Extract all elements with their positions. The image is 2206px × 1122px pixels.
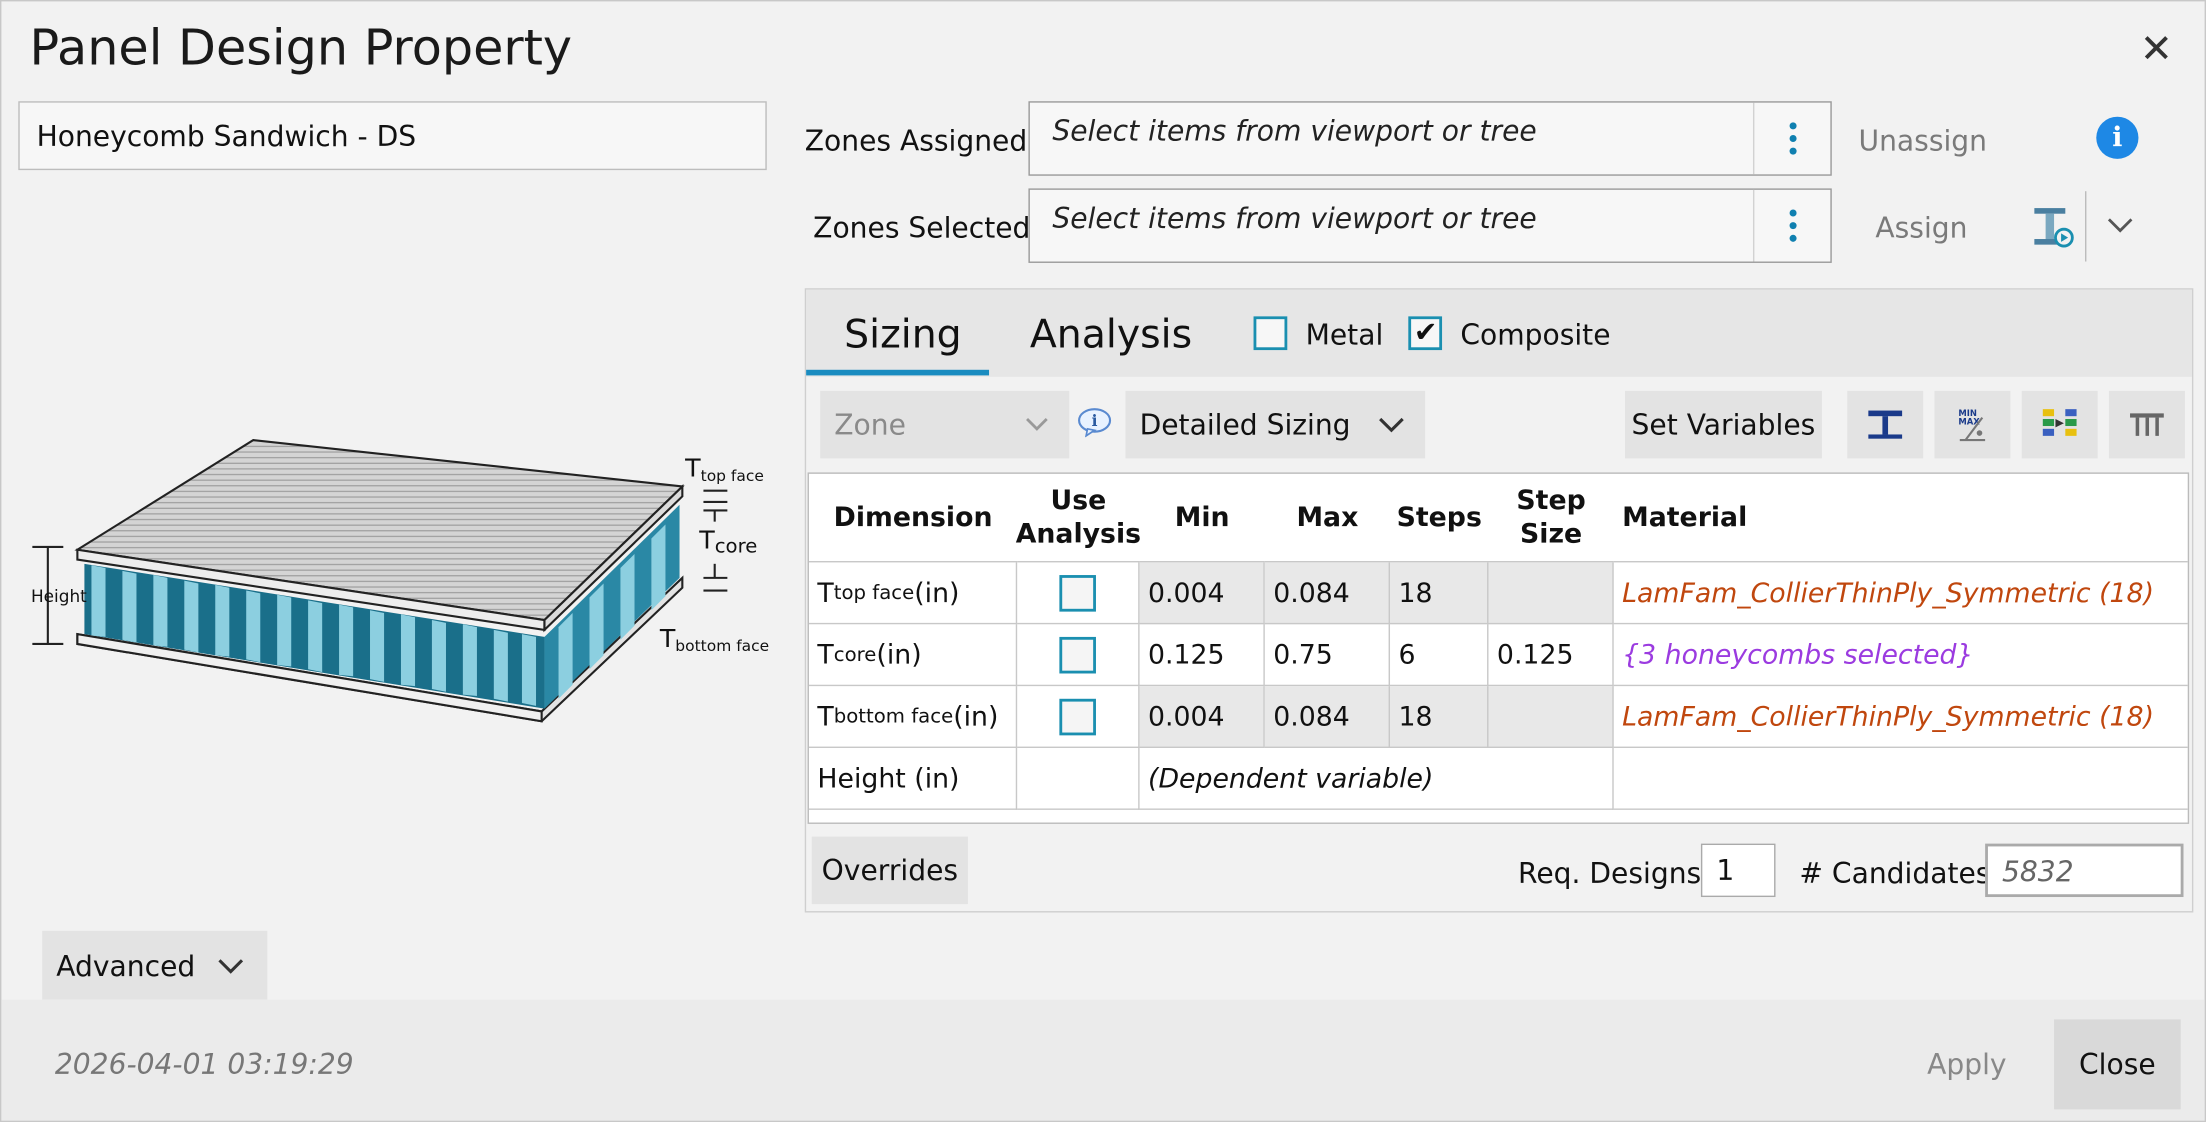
req-designs-input[interactable]: 1 (1700, 843, 1776, 898)
candidates-field: 5832 (1985, 843, 2184, 898)
label-height: Height (30, 586, 87, 606)
dialog-title: Panel Design Property (29, 21, 573, 78)
header-use-analysis: Use Analysis (1016, 474, 1141, 563)
row-bottom-face-steps[interactable]: 18 (1390, 686, 1489, 749)
row-bottom-face-dimension: Tbottom face (in) (808, 686, 1018, 749)
zone-dropdown[interactable]: Zone (820, 390, 1070, 459)
row-core-use-analysis (1017, 624, 1140, 687)
overrides-button[interactable]: Overrides (811, 836, 968, 905)
tab-analysis[interactable]: Analysis (1030, 311, 1192, 357)
kebab-menu-icon[interactable] (1752, 189, 1830, 262)
row-core-min[interactable]: 0.125 (1139, 624, 1265, 687)
label-t-core: Tcore (699, 525, 758, 559)
header-min: Min (1139, 474, 1265, 563)
header-dimension: Dimension (808, 474, 1018, 563)
row-core-steps[interactable]: 6 (1390, 624, 1489, 687)
info-bubble-icon[interactable]: i (1076, 406, 1113, 438)
metal-checkbox[interactable] (1253, 316, 1288, 351)
separator (2085, 191, 2087, 262)
row-top-face-step-size[interactable] (1488, 562, 1614, 625)
honeycomb-sandwich-diagram (32, 438, 728, 723)
use-analysis-checkbox[interactable] (1059, 698, 1096, 735)
zones-selected-label: Zones Selected: (813, 210, 1040, 245)
stack-sequence-icon[interactable] (2021, 390, 2098, 459)
row-bottom-face-max[interactable]: 0.084 (1264, 686, 1391, 749)
chevron-down-icon[interactable] (2106, 215, 2134, 235)
tab-sizing[interactable]: Sizing (844, 311, 962, 357)
pi-beam-icon[interactable] (2108, 390, 2185, 459)
svg-text:i: i (1092, 411, 1098, 430)
zones-assigned-placeholder: Select items from viewport or tree (1052, 113, 1537, 148)
row-bottom-face-min[interactable]: 0.004 (1139, 686, 1265, 749)
zones-selected-field[interactable]: Select items from viewport or tree (1028, 188, 1832, 263)
row-top-face-material[interactable]: LamFam_CollierThinPly_Symmetric (18) (1613, 562, 2188, 625)
composite-checkbox[interactable] (1408, 315, 1443, 351)
row-height-material (1613, 748, 2188, 810)
zones-selected-placeholder: Select items from viewport or tree (1052, 201, 1537, 235)
panel-design-property-dialog: Panel Design Property ✕ Honeycomb Sandwi… (0, 0, 2206, 1122)
header-step-size: Step Size (1488, 474, 1614, 563)
chevron-down-icon (1379, 417, 1404, 433)
assign-tool-icon[interactable] (2030, 204, 2078, 249)
req-designs-label: Req. Designs (1518, 856, 1702, 891)
kebab-menu-icon[interactable] (1752, 102, 1830, 175)
row-bottom-face-step-size[interactable] (1488, 686, 1614, 749)
row-top-face-dimension: Ttop face (in) (808, 562, 1018, 625)
zones-assigned-field[interactable]: Select items from viewport or tree (1028, 101, 1832, 176)
timestamp: 2026-04-01 03:19:29 (54, 1047, 354, 1082)
row-bottom-face-material[interactable]: LamFam_CollierThinPly_Symmetric (18) (1613, 686, 2188, 749)
header-material: Material (1613, 474, 2188, 563)
close-icon[interactable]: ✕ (2140, 29, 2173, 69)
row-bottom-face-use-analysis (1017, 686, 1140, 749)
apply-button[interactable]: Apply (1904, 1019, 2031, 1109)
chevron-down-icon (1026, 417, 1048, 431)
row-height-use-analysis (1017, 748, 1140, 810)
label-t-bottom-face: Tbottom face (659, 624, 770, 656)
row-core-dimension: Tcore (in) (808, 624, 1018, 687)
advanced-dropdown[interactable]: Advanced (42, 930, 268, 1000)
header-steps: Steps (1390, 474, 1489, 563)
active-tab-indicator (806, 369, 990, 376)
row-height-dimension: Height (in) (808, 748, 1018, 810)
zones-assigned-label: Zones Assigned: (804, 123, 1037, 158)
label-t-top-face: Ttop face (685, 454, 764, 486)
row-top-face-use-analysis (1017, 562, 1140, 625)
row-top-face-min[interactable]: 0.004 (1139, 562, 1265, 625)
dimension-table: Dimension Use Analysis Min Max Steps Step… (807, 472, 2190, 824)
row-top-face-max[interactable]: 0.084 (1264, 562, 1391, 625)
row-core-material[interactable]: {3 honeycombs selected} (1613, 624, 2188, 687)
i-beam-icon[interactable] (1847, 390, 1924, 459)
info-icon[interactable]: i (2096, 116, 2139, 159)
row-core-step-size[interactable]: 0.125 (1488, 624, 1614, 687)
use-analysis-checkbox[interactable] (1059, 636, 1096, 673)
row-top-face-steps[interactable]: 18 (1390, 562, 1489, 625)
row-height-dependent: (Dependent variable) (1139, 748, 1614, 810)
header-max: Max (1264, 474, 1391, 563)
sizing-mode-dropdown[interactable]: Detailed Sizing (1125, 390, 1426, 459)
composite-label: Composite (1460, 317, 1611, 352)
candidates-label: # Candidates (1799, 856, 1991, 891)
use-analysis-checkbox[interactable] (1059, 574, 1096, 611)
property-name-field[interactable]: Honeycomb Sandwich - DS (18, 101, 767, 171)
assign-button[interactable]: Assign (1875, 211, 1967, 245)
min-max-icon[interactable]: MIN MAX (1934, 390, 2011, 459)
set-variables-button[interactable]: Set Variables (1624, 390, 1822, 459)
metal-label: Metal (1305, 317, 1384, 352)
close-button[interactable]: Close (2054, 1019, 2181, 1110)
row-core-max[interactable]: 0.75 (1264, 624, 1391, 687)
unassign-button[interactable]: Unassign (1859, 124, 1988, 158)
chevron-down-icon (218, 958, 244, 974)
